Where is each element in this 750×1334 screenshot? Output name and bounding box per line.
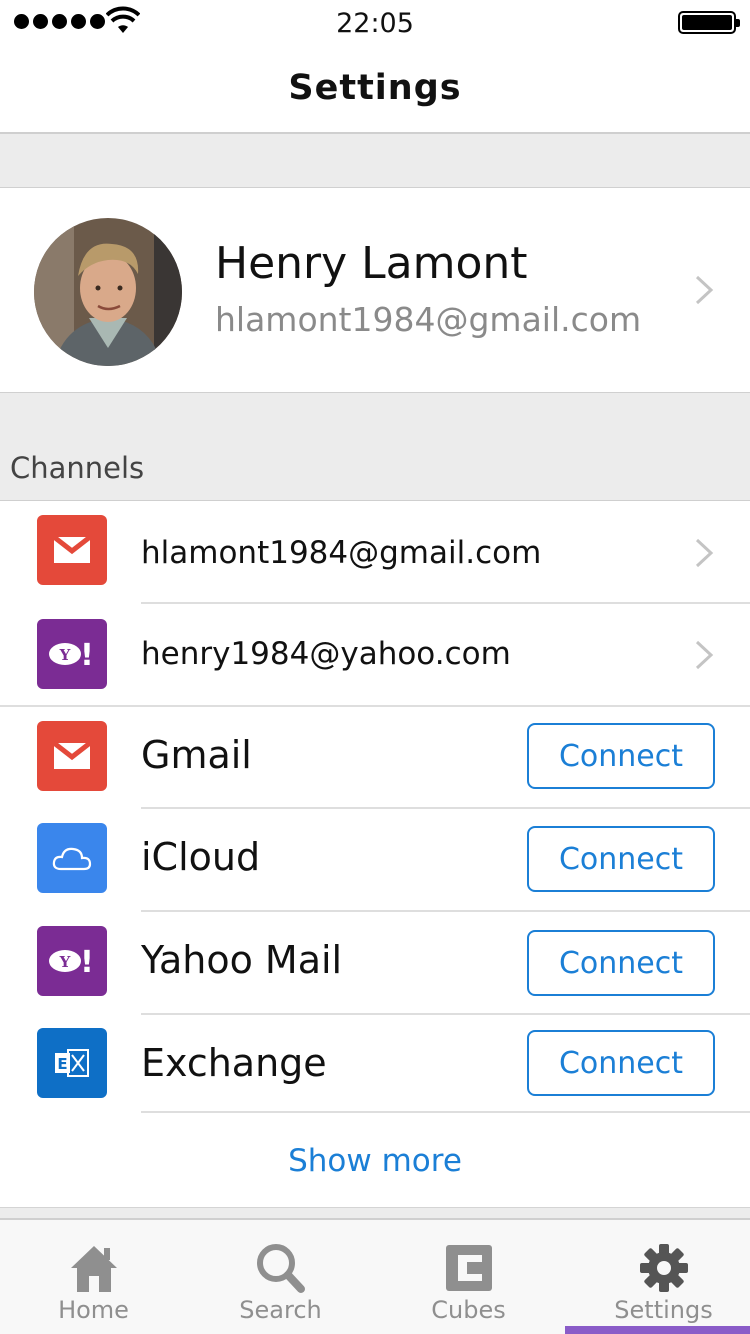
tab-label: Settings xyxy=(614,1296,713,1324)
channel-name: iCloud xyxy=(141,835,261,879)
channel-name: Gmail xyxy=(141,733,252,777)
available-channel-yahoo-mail: Y ! Yahoo Mail Connect xyxy=(0,912,750,1015)
tab-label: Cubes xyxy=(431,1296,506,1324)
gear-icon xyxy=(639,1244,688,1292)
svg-text:!: ! xyxy=(80,945,94,978)
tab-home[interactable]: Home xyxy=(0,1220,187,1334)
exchange-icon: E xyxy=(37,1028,107,1098)
connect-yahoo-mail-button[interactable]: Connect xyxy=(527,930,715,996)
gmail-icon xyxy=(37,515,107,585)
yahoo-icon: Y ! xyxy=(37,619,107,689)
cubes-icon xyxy=(445,1245,492,1291)
svg-text:Y: Y xyxy=(59,953,71,971)
battery-icon xyxy=(678,11,740,34)
section-label: Channels xyxy=(10,451,145,485)
search-icon xyxy=(256,1244,305,1293)
yahoo-icon: Y ! xyxy=(37,926,107,996)
avatar xyxy=(34,218,182,366)
section-spacer xyxy=(0,134,750,188)
connect-icloud-button[interactable]: Connect xyxy=(527,826,715,892)
tab-bar: Home Search Cubes Settings xyxy=(0,1218,750,1334)
chevron-right-icon xyxy=(695,640,714,670)
profile-row[interactable]: Henry Lamont hlamont1984@gmail.com xyxy=(0,188,750,393)
channel-name: Yahoo Mail xyxy=(141,938,343,982)
page-title: Settings xyxy=(288,68,462,108)
tab-label: Search xyxy=(239,1296,322,1324)
svg-text:!: ! xyxy=(80,638,94,671)
show-more-link[interactable]: Show more xyxy=(0,1143,750,1179)
available-channel-icloud: iCloud Connect xyxy=(0,809,750,912)
profile-name: Henry Lamont xyxy=(215,238,528,289)
gmail-icon xyxy=(37,721,107,791)
home-icon xyxy=(70,1246,117,1292)
svg-text:E: E xyxy=(57,1055,67,1073)
channel-name: Exchange xyxy=(141,1041,327,1085)
chevron-right-icon xyxy=(695,538,714,568)
connect-exchange-button[interactable]: Connect xyxy=(527,1030,715,1096)
connect-gmail-button[interactable]: Connect xyxy=(527,723,715,789)
available-channel-gmail: Gmail Connect xyxy=(0,707,750,809)
tab-label: Home xyxy=(58,1296,129,1324)
tab-settings[interactable]: Settings xyxy=(570,1220,750,1334)
navigation-bar: Settings xyxy=(0,44,750,134)
available-channel-exchange: E Exchange Connect xyxy=(0,1015,750,1113)
channel-email: hlamont1984@gmail.com xyxy=(141,535,542,571)
active-tab-indicator xyxy=(565,1326,750,1334)
chevron-right-icon xyxy=(695,275,714,305)
show-more-row: Show more xyxy=(0,1113,750,1208)
status-bar: 22:05 xyxy=(0,0,750,44)
icloud-icon xyxy=(37,823,107,893)
channels-section-header: Channels xyxy=(0,393,750,501)
profile-email: hlamont1984@gmail.com xyxy=(215,300,642,339)
connected-channel-yahoo[interactable]: Y ! henry1984@yahoo.com xyxy=(0,604,750,707)
channel-email: henry1984@yahoo.com xyxy=(141,636,511,672)
status-time: 22:05 xyxy=(336,8,414,39)
tab-search[interactable]: Search xyxy=(187,1220,374,1334)
svg-text:Y: Y xyxy=(59,646,71,664)
tab-cubes[interactable]: Cubes xyxy=(375,1220,562,1334)
connected-channel-gmail[interactable]: hlamont1984@gmail.com xyxy=(0,502,750,604)
